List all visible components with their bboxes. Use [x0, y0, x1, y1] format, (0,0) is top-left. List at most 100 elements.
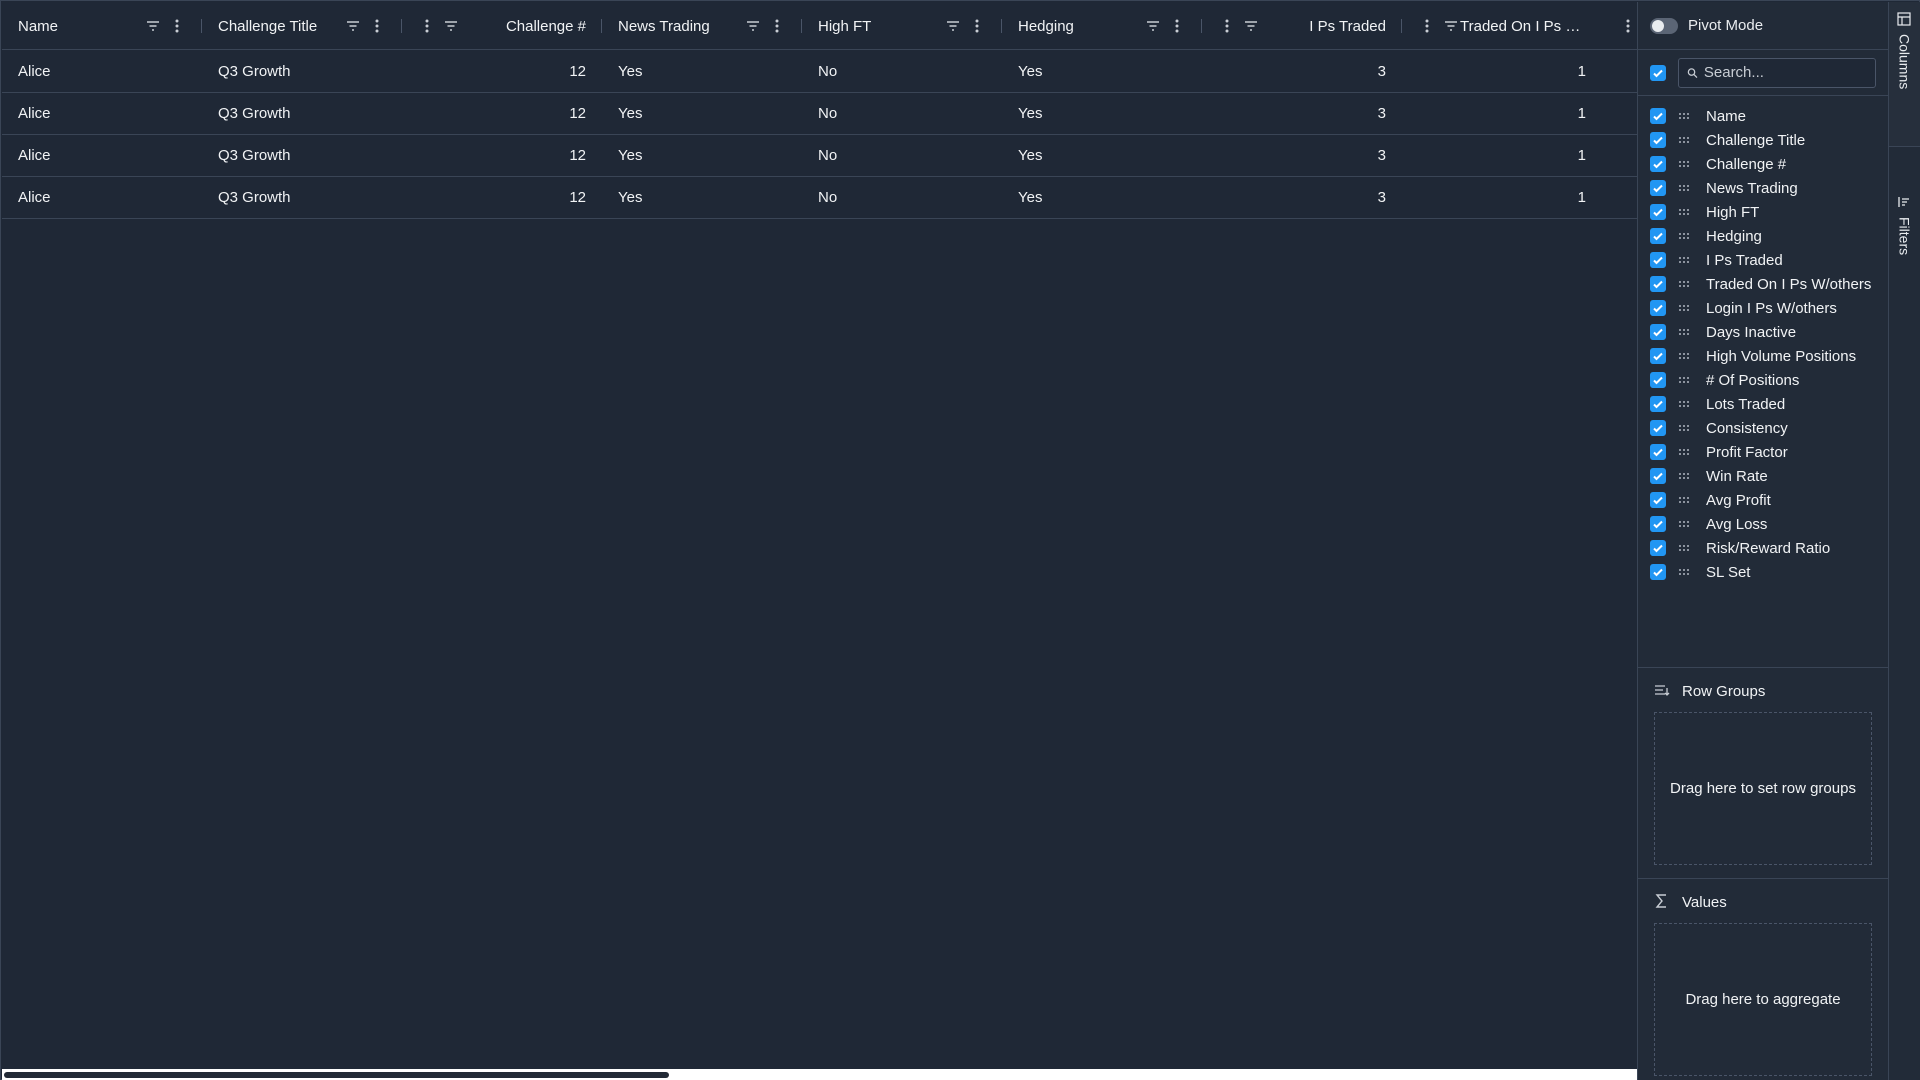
column-list-item[interactable]: High FT	[1638, 200, 1888, 224]
cell-challenge-number[interactable]: 12	[402, 135, 602, 176]
filter-icon[interactable]	[944, 17, 962, 35]
column-header-high-ft[interactable]: High FT	[802, 2, 1002, 50]
drag-handle-icon[interactable]	[1678, 544, 1692, 552]
cell-name[interactable]: Alice	[2, 93, 202, 134]
column-checkbox[interactable]	[1650, 324, 1666, 340]
cell-high-ft[interactable]: No	[802, 177, 1002, 218]
column-checkbox[interactable]	[1650, 132, 1666, 148]
cell-hedging[interactable]: Yes	[1002, 93, 1202, 134]
filter-icon[interactable]	[1442, 17, 1460, 35]
cell-challenge-title[interactable]: Q3 Growth	[202, 93, 402, 134]
drag-handle-icon[interactable]	[1678, 184, 1692, 192]
tab-filters[interactable]: Filters	[1889, 147, 1920, 255]
column-header-hedging[interactable]: Hedging	[1002, 2, 1202, 50]
column-list-item[interactable]: Traded On I Ps W/others	[1638, 272, 1888, 296]
column-list-item[interactable]: Lots Traded	[1638, 392, 1888, 416]
column-header-challenge-number[interactable]: Challenge #	[402, 2, 602, 50]
cell-name[interactable]: Alice	[2, 177, 202, 218]
select-all-columns-checkbox[interactable]	[1650, 64, 1666, 81]
filter-icon[interactable]	[1242, 17, 1260, 35]
cell-hedging[interactable]: Yes	[1002, 177, 1202, 218]
column-list-item[interactable]: Profit Factor	[1638, 440, 1888, 464]
filter-icon[interactable]	[442, 17, 460, 35]
drag-handle-icon[interactable]	[1678, 256, 1692, 264]
column-checkbox[interactable]	[1650, 156, 1666, 172]
column-checkbox[interactable]	[1650, 204, 1666, 220]
drag-handle-icon[interactable]	[1678, 424, 1692, 432]
column-checkbox[interactable]	[1650, 396, 1666, 412]
column-checkbox[interactable]	[1650, 540, 1666, 556]
drag-handle-icon[interactable]	[1678, 136, 1692, 144]
drag-handle-icon[interactable]	[1678, 400, 1692, 408]
cell-hedging[interactable]: Yes	[1002, 135, 1202, 176]
values-drop-zone[interactable]: Drag here to aggregate	[1654, 923, 1872, 1076]
tab-columns[interactable]: Columns	[1889, 2, 1920, 147]
cell-traded-on-ips[interactable]: 1	[1402, 93, 1602, 134]
cell-name[interactable]: Alice	[2, 51, 202, 92]
column-menu-icon[interactable]	[968, 17, 986, 35]
drag-handle-icon[interactable]	[1678, 376, 1692, 384]
column-list-item[interactable]: # Of Positions	[1638, 368, 1888, 392]
cell-high-ft[interactable]: No	[802, 93, 1002, 134]
horizontal-scrollbar[interactable]	[2, 1069, 1637, 1080]
column-header-news-trading[interactable]: News Trading	[602, 2, 802, 50]
drag-handle-icon[interactable]	[1678, 280, 1692, 288]
table-row[interactable]: Alice Q3 Growth 12 Yes No Yes 3 1	[2, 51, 1637, 93]
column-menu-icon[interactable]	[768, 17, 786, 35]
column-checkbox[interactable]	[1650, 180, 1666, 196]
drag-handle-icon[interactable]	[1678, 520, 1692, 528]
cell-challenge-title[interactable]: Q3 Growth	[202, 51, 402, 92]
column-list-item[interactable]: Win Rate	[1638, 464, 1888, 488]
drag-handle-icon[interactable]	[1678, 496, 1692, 504]
column-header-name[interactable]: Name	[2, 2, 202, 50]
column-header-ips-traded[interactable]: I Ps Traded	[1202, 2, 1402, 50]
filter-icon[interactable]	[744, 17, 762, 35]
cell-news-trading[interactable]: Yes	[602, 93, 802, 134]
column-list-item[interactable]: Days Inactive	[1638, 320, 1888, 344]
drag-handle-icon[interactable]	[1678, 232, 1692, 240]
column-header-traded-on-ips[interactable]: Traded On I Ps W...	[1402, 2, 1637, 50]
filter-icon[interactable]	[344, 17, 362, 35]
column-checkbox[interactable]	[1650, 420, 1666, 436]
cell-challenge-title[interactable]: Q3 Growth	[202, 177, 402, 218]
cell-hedging[interactable]: Yes	[1002, 51, 1202, 92]
column-checkbox[interactable]	[1650, 348, 1666, 364]
column-menu-icon[interactable]	[418, 17, 436, 35]
column-list-item[interactable]: Challenge Title	[1638, 128, 1888, 152]
cell-challenge-number[interactable]: 12	[402, 177, 602, 218]
column-search-input[interactable]	[1703, 64, 1867, 81]
column-checkbox[interactable]	[1650, 276, 1666, 292]
column-checkbox[interactable]	[1650, 252, 1666, 268]
column-list-item[interactable]: SL Set	[1638, 560, 1888, 584]
column-list-item[interactable]: News Trading	[1638, 176, 1888, 200]
column-list-item[interactable]: Challenge #	[1638, 152, 1888, 176]
table-row[interactable]: Alice Q3 Growth 12 Yes No Yes 3 1	[2, 93, 1637, 135]
drag-handle-icon[interactable]	[1678, 448, 1692, 456]
cell-challenge-number[interactable]: 12	[402, 51, 602, 92]
drag-handle-icon[interactable]	[1678, 328, 1692, 336]
cell-high-ft[interactable]: No	[802, 51, 1002, 92]
drag-handle-icon[interactable]	[1678, 568, 1692, 576]
column-list-item[interactable]: Risk/Reward Ratio	[1638, 536, 1888, 560]
column-menu-icon[interactable]	[168, 17, 186, 35]
column-list-item[interactable]: Avg Profit	[1638, 488, 1888, 512]
column-header-challenge-title[interactable]: Challenge Title	[202, 2, 402, 50]
cell-news-trading[interactable]: Yes	[602, 177, 802, 218]
drag-handle-icon[interactable]	[1678, 112, 1692, 120]
cell-traded-on-ips[interactable]: 1	[1402, 177, 1602, 218]
cell-challenge-title[interactable]: Q3 Growth	[202, 135, 402, 176]
table-row[interactable]: Alice Q3 Growth 12 Yes No Yes 3 1	[2, 177, 1637, 219]
column-checkbox[interactable]	[1650, 468, 1666, 484]
cell-high-ft[interactable]: No	[802, 135, 1002, 176]
drag-handle-icon[interactable]	[1678, 352, 1692, 360]
cell-traded-on-ips[interactable]: 1	[1402, 51, 1602, 92]
cell-ips-traded[interactable]: 3	[1202, 93, 1402, 134]
filter-icon[interactable]	[1144, 17, 1162, 35]
column-menu-icon[interactable]	[1418, 17, 1436, 35]
cell-name[interactable]: Alice	[2, 135, 202, 176]
column-checkbox[interactable]	[1650, 492, 1666, 508]
column-checkbox[interactable]	[1650, 564, 1666, 580]
column-list-item[interactable]: I Ps Traded	[1638, 248, 1888, 272]
column-checkbox[interactable]	[1650, 444, 1666, 460]
drag-handle-icon[interactable]	[1678, 304, 1692, 312]
